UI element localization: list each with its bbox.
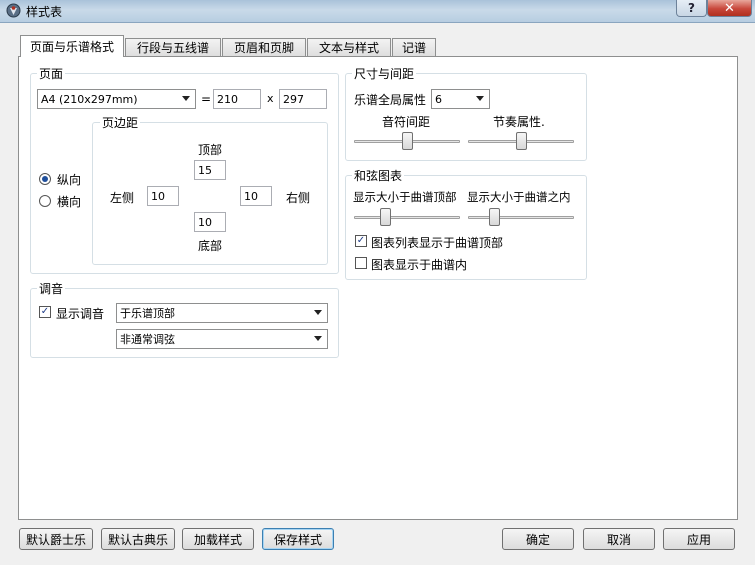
size-top-label: 显示大小于曲谱顶部 (353, 190, 457, 204)
save-style-button[interactable]: 保存样式 (262, 528, 334, 550)
portrait-label: 纵向 (57, 173, 82, 187)
checkmark-icon: ✓ (356, 235, 366, 246)
chevron-down-icon (314, 336, 322, 341)
size-inside-slider-track[interactable] (468, 216, 574, 219)
tab-text-style[interactable]: 文本与样式 (307, 38, 391, 56)
page-width-field[interactable]: 210 (213, 89, 261, 109)
bottom-margin-field[interactable]: 10 (194, 212, 226, 232)
show-tuning-checkbox[interactable]: ✓ (39, 306, 51, 318)
chord-diagram-legend: 和弦图表 (352, 167, 405, 184)
global-property-select[interactable]: 6 (431, 89, 490, 109)
size-spacing-legend: 尺寸与间距 (352, 65, 417, 82)
equals-sign: = (201, 92, 212, 106)
inside-checkbox[interactable] (355, 257, 367, 269)
size-top-slider-track[interactable] (354, 216, 460, 219)
default-jazz-button[interactable]: 默认爵士乐 (19, 528, 93, 550)
portrait-radio[interactable] (39, 173, 51, 185)
tuning-kind-select[interactable]: 非通常调弦 (116, 329, 328, 349)
right-margin-field[interactable]: 10 (240, 186, 272, 206)
rhythm-slider[interactable] (515, 132, 527, 150)
cancel-button[interactable]: 取消 (583, 528, 655, 550)
list-top-checkbox[interactable]: ✓ (355, 235, 367, 247)
page-legend: 页面 (37, 65, 66, 82)
load-style-button[interactable]: 加载样式 (182, 528, 254, 550)
tab-notation[interactable]: 记谱 (392, 38, 436, 56)
page-height-field[interactable]: 297 (279, 89, 327, 109)
title-bar[interactable] (0, 0, 755, 23)
size-top-slider[interactable] (380, 208, 392, 226)
right-margin-label: 右侧 (286, 191, 311, 205)
inside-label: 图表显示于曲谱内 (371, 258, 468, 272)
default-classical-button[interactable]: 默认古典乐 (101, 528, 175, 550)
size-inside-label: 显示大小于曲谱之内 (467, 190, 571, 204)
ok-button[interactable]: 确定 (502, 528, 574, 550)
show-tuning-label: 显示调音 (56, 307, 105, 321)
close-button[interactable]: ✕ (707, 0, 752, 17)
tuning-legend: 调音 (37, 280, 66, 297)
chevron-down-icon (314, 310, 322, 315)
note-spacing-label: 音符间距 (382, 115, 431, 129)
window-title: 样式表 (26, 5, 63, 19)
help-icon: ? (688, 1, 695, 15)
tuning-position-select[interactable]: 于乐谱顶部 (116, 303, 328, 323)
paper-size-select[interactable]: A4 (210x297mm) (37, 89, 196, 109)
times-sign: x (267, 92, 274, 105)
app-icon (6, 3, 21, 18)
close-icon: ✕ (724, 0, 735, 16)
top-margin-field[interactable]: 15 (194, 160, 226, 180)
bottom-margin-label: 底部 (198, 239, 223, 253)
chevron-down-icon (476, 96, 484, 101)
top-margin-label: 顶部 (198, 143, 223, 157)
tab-header-footer[interactable]: 页眉和页脚 (222, 38, 306, 56)
list-top-label: 图表列表显示于曲谱顶部 (371, 236, 504, 250)
left-margin-label: 左侧 (110, 191, 135, 205)
help-button[interactable]: ? (676, 0, 707, 17)
apply-button[interactable]: 应用 (663, 528, 735, 550)
margins-legend: 页边距 (100, 114, 141, 131)
global-property-label: 乐谱全局属性 (354, 93, 427, 107)
tab-systems-staves[interactable]: 行段与五线谱 (125, 38, 221, 56)
landscape-radio[interactable] (39, 195, 51, 207)
chevron-down-icon (182, 96, 190, 101)
tab-page-format[interactable]: 页面与乐谱格式 (20, 35, 124, 57)
note-spacing-slider[interactable] (401, 132, 413, 150)
size-inside-slider[interactable] (489, 208, 500, 226)
left-margin-field[interactable]: 10 (147, 186, 179, 206)
checkmark-icon: ✓ (40, 306, 50, 317)
landscape-label: 横向 (57, 195, 82, 209)
rhythm-label: 节奏属性. (493, 115, 545, 129)
